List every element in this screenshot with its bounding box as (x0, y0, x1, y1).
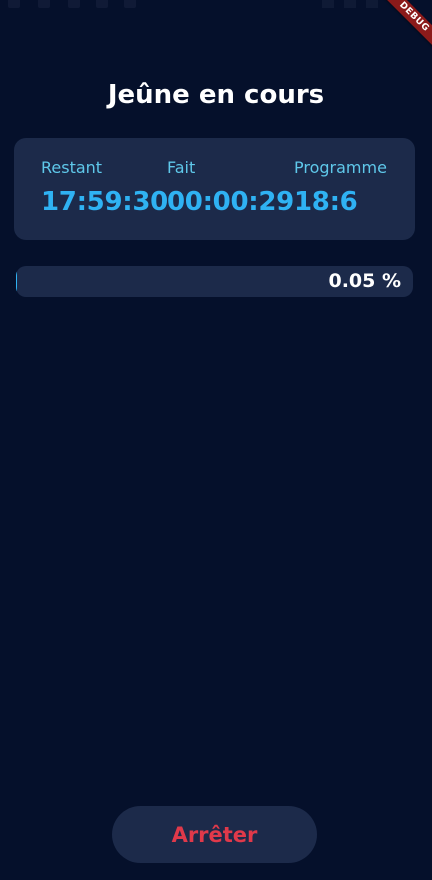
page-title: Jeûne en cours (107, 80, 325, 110)
notification-icon (124, 0, 136, 8)
debug-banner: DEBUG (372, 0, 432, 60)
stat-program-label: Programme (294, 158, 387, 177)
notification-icon (38, 0, 50, 8)
progress-percent: 0.05 % (328, 270, 401, 292)
notification-icon (8, 0, 20, 8)
stat-done-label: Fait (167, 158, 196, 177)
notification-icon (96, 0, 108, 8)
fasting-progress-bar: 0.05 % (16, 266, 413, 297)
stat-done-value: 00:00:29 (167, 187, 294, 217)
stat-remaining-value: 17:59:30 (41, 187, 168, 217)
status-bar (0, 0, 432, 14)
stat-done: Fait 00:00:29 (167, 158, 294, 217)
wifi-icon (322, 0, 334, 8)
stat-program: Programme 18:6 (294, 158, 387, 217)
stat-program-value: 18:6 (294, 187, 358, 217)
notification-icon (68, 0, 80, 8)
stop-button[interactable]: Arrêter (112, 806, 317, 863)
debug-banner-label: DEBUG (377, 0, 432, 54)
stat-remaining-label: Restant (41, 158, 103, 177)
signal-icon (344, 0, 356, 8)
stat-remaining: Restant 17:59:30 (41, 158, 168, 217)
stats-card: Restant 17:59:30 Fait 00:00:29 Programme… (14, 138, 415, 240)
